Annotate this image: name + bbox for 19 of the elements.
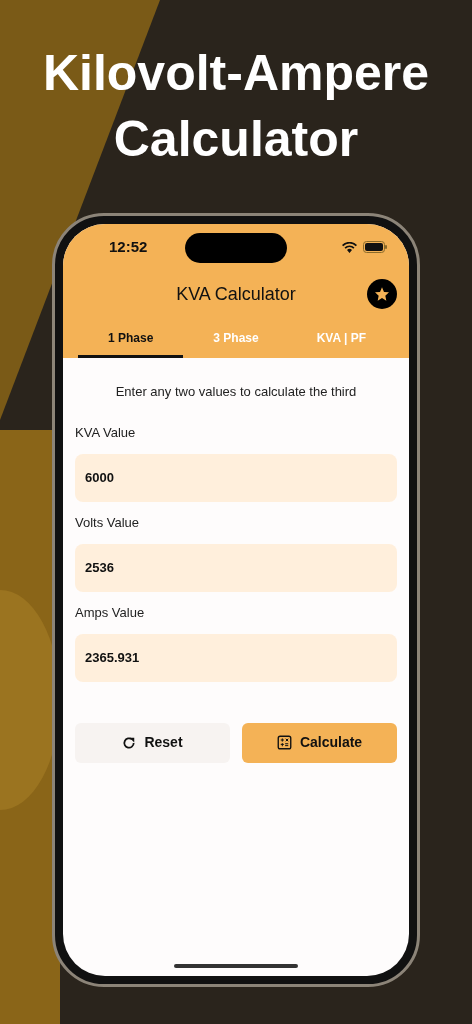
input-field[interactable]: 2365.931 [75, 633, 397, 682]
refresh-icon [122, 735, 137, 750]
tab[interactable]: 1 Phase [78, 320, 184, 358]
app-title: KVA Calculator [176, 282, 296, 306]
status-time: 12:52 [109, 236, 148, 257]
headline: Kilovolt-Ampere Calculator [41, 44, 431, 169]
field-label: KVA Value [75, 423, 137, 442]
star-icon [374, 286, 390, 302]
instruction-text: Enter any two values to calculate the third [114, 383, 358, 401]
reset-button[interactable]: Reset [75, 722, 230, 763]
wifi-icon [342, 241, 357, 253]
battery-icon [363, 241, 387, 253]
input-field[interactable]: 6000 [75, 453, 397, 502]
field-label: Amps Value [75, 603, 146, 622]
input-field[interactable]: 2536 [75, 543, 397, 592]
calculator-icon [276, 735, 292, 750]
field-label: Volts Value [75, 513, 141, 532]
calculate-button[interactable]: Calculate [242, 722, 397, 763]
favorite-button[interactable] [367, 279, 397, 309]
